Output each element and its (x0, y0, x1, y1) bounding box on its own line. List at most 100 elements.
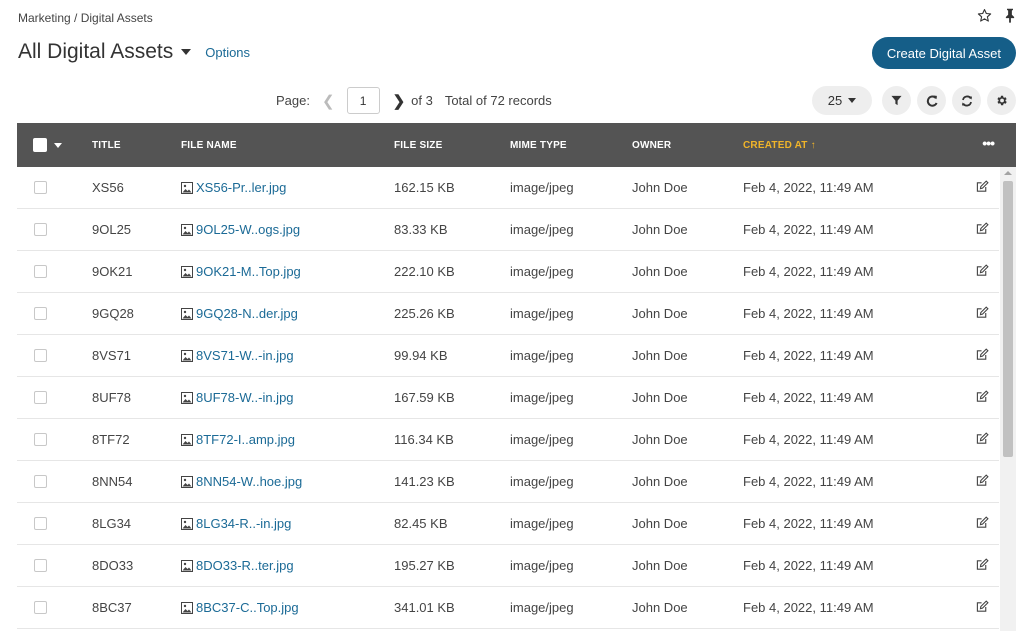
created-at-cell: Feb 4, 2022, 11:49 AM (743, 222, 874, 237)
created-at-cell: Feb 4, 2022, 11:49 AM (743, 516, 874, 531)
reload-button[interactable] (917, 86, 946, 115)
row-checkbox[interactable] (34, 391, 47, 404)
file-name-link[interactable]: 9OK21-M..Top.jpg (181, 264, 301, 279)
edit-icon (976, 516, 989, 528)
table-row[interactable]: 8BC37 8BC37-C..Top.jpg 341.01 KB image/jpeg… (17, 587, 999, 629)
table-row[interactable]: 8NN54 8NN54-W..hoe.jpg 141.23 KB image/jpeg… (17, 461, 999, 503)
table-row[interactable]: 9GQ28 9GQ28-N..der.jpg 225.26 KB image/jpeg… (17, 293, 999, 335)
table-row[interactable]: 8LG34 8LG34-R..-in.jpg 82.45 KB image/jpeg J… (17, 503, 999, 545)
row-checkbox[interactable] (34, 181, 47, 194)
file-name-text: 8TF72-I..amp.jpg (196, 432, 295, 447)
edit-button[interactable] (976, 180, 989, 196)
file-name-link[interactable]: 8NN54-W..hoe.jpg (181, 474, 302, 489)
edit-icon (976, 558, 989, 570)
scroll-thumb[interactable] (1003, 181, 1013, 457)
image-file-icon (181, 349, 193, 362)
image-file-icon (181, 475, 193, 488)
file-name-link[interactable]: XS56-Pr..ler.jpg (181, 180, 286, 195)
table-row[interactable]: 8VS71 8VS71-W..-in.jpg 99.94 KB image/jpeg J… (17, 335, 999, 377)
table-row[interactable]: 8TF72 8TF72-I..amp.jpg 116.34 KB image/jpeg… (17, 419, 999, 461)
row-checkbox[interactable] (34, 307, 47, 320)
page-number-input[interactable] (346, 87, 380, 114)
edit-button[interactable] (976, 432, 989, 448)
next-page-icon[interactable]: ❯ (393, 92, 406, 110)
edit-button[interactable] (976, 474, 989, 490)
column-header-owner[interactable]: OWNER (632, 140, 671, 151)
table-row[interactable]: 9OK21 9OK21-M..Top.jpg 222.10 KB image/jpeg… (17, 251, 999, 293)
owner-cell: John Doe (632, 432, 688, 447)
row-checkbox[interactable] (34, 223, 47, 236)
pin-icon[interactable] (1004, 8, 1016, 23)
table-row[interactable]: 8UF78 8UF78-W..-in.jpg 167.59 KB image/jpeg… (17, 377, 999, 419)
row-checkbox[interactable] (34, 433, 47, 446)
image-file-icon (181, 391, 193, 404)
settings-button[interactable] (987, 86, 1016, 115)
file-name-link[interactable]: 8BC37-C..Top.jpg (181, 600, 299, 615)
column-options-icon[interactable]: ••• (982, 135, 995, 151)
row-checkbox[interactable] (34, 475, 47, 488)
edit-icon (976, 474, 989, 486)
file-name-link[interactable]: 8DO33-R..ter.jpg (181, 558, 294, 573)
edit-button[interactable] (976, 222, 989, 238)
file-size-cell: 167.59 KB (394, 390, 455, 405)
column-header-file-size[interactable]: FILE SIZE (394, 140, 442, 151)
row-checkbox[interactable] (34, 559, 47, 572)
edit-button[interactable] (976, 600, 989, 616)
table-row[interactable]: XS56 XS56-Pr..ler.jpg 162.15 KB image/jpeg J… (17, 167, 999, 209)
filter-button[interactable] (882, 86, 911, 115)
per-page-select[interactable]: 25 (812, 86, 872, 115)
mime-type-cell: image/jpeg (510, 432, 574, 447)
row-checkbox[interactable] (34, 265, 47, 278)
edit-button[interactable] (976, 516, 989, 532)
file-name-text: 8VS71-W..-in.jpg (196, 348, 294, 363)
page-title: All Digital Assets (18, 40, 174, 63)
selection-menu-chevron-icon[interactable] (54, 143, 62, 148)
create-digital-asset-button[interactable]: Create Digital Asset (871, 37, 1016, 69)
file-name-link[interactable]: 8UF78-W..-in.jpg (181, 390, 294, 405)
owner-cell: John Doe (632, 600, 688, 615)
title-cell: 8DO33 (92, 558, 134, 573)
file-name-link[interactable]: 8VS71-W..-in.jpg (181, 348, 294, 363)
table-row[interactable]: 8DO33 8DO33-R..ter.jpg 195.27 KB image/jpeg… (17, 545, 999, 587)
edit-icon (976, 180, 989, 192)
edit-button[interactable] (976, 264, 989, 280)
edit-icon (976, 390, 989, 402)
scroll-up-arrow-icon[interactable] (1004, 171, 1012, 175)
edit-icon (976, 222, 989, 234)
column-header-file-name[interactable]: FILE NAME (181, 140, 237, 151)
edit-button[interactable] (976, 390, 989, 406)
edit-button[interactable] (976, 348, 989, 364)
table-row[interactable]: 9OL25 9OL25-W..ogs.jpg 83.33 KB image/jpeg J… (17, 209, 999, 251)
options-link[interactable]: Options (205, 45, 250, 60)
prev-page-icon[interactable]: ❮ (322, 92, 335, 110)
file-name-link[interactable]: 8LG34-R..-in.jpg (181, 516, 291, 531)
row-checkbox[interactable] (34, 349, 47, 362)
image-file-icon (181, 601, 193, 614)
edit-icon (976, 432, 989, 444)
file-name-link[interactable]: 9GQ28-N..der.jpg (181, 306, 298, 321)
edit-button[interactable] (976, 558, 989, 574)
image-file-icon (181, 559, 193, 572)
select-all-checkbox[interactable] (33, 138, 47, 152)
edit-button[interactable] (976, 306, 989, 322)
sync-button[interactable] (952, 86, 981, 115)
file-size-cell: 341.01 KB (394, 600, 455, 615)
sort-ascending-icon: ↑ (810, 140, 816, 151)
title-cell: 9OL25 (92, 222, 132, 237)
file-name-link[interactable]: 8TF72-I..amp.jpg (181, 432, 295, 447)
row-checkbox[interactable] (34, 517, 47, 530)
star-icon[interactable] (977, 8, 992, 23)
owner-cell: John Doe (632, 390, 688, 405)
column-header-created-at[interactable]: CREATED AT ↑ (743, 140, 816, 151)
column-header-title[interactable]: TITLE (92, 140, 121, 151)
title-cell: 8NN54 (92, 474, 133, 489)
total-records: Total of 72 records (444, 93, 552, 108)
breadcrumb[interactable]: Marketing / Digital Assets (18, 11, 153, 25)
row-checkbox[interactable] (34, 601, 47, 614)
vertical-scrollbar[interactable] (1000, 167, 1016, 631)
title-cell: XS56 (92, 180, 124, 195)
view-dropdown-caret-icon[interactable] (181, 49, 192, 55)
column-header-mime-type[interactable]: MIME TYPE (510, 140, 567, 151)
file-name-link[interactable]: 9OL25-W..ogs.jpg (181, 222, 300, 237)
owner-cell: John Doe (632, 474, 688, 489)
